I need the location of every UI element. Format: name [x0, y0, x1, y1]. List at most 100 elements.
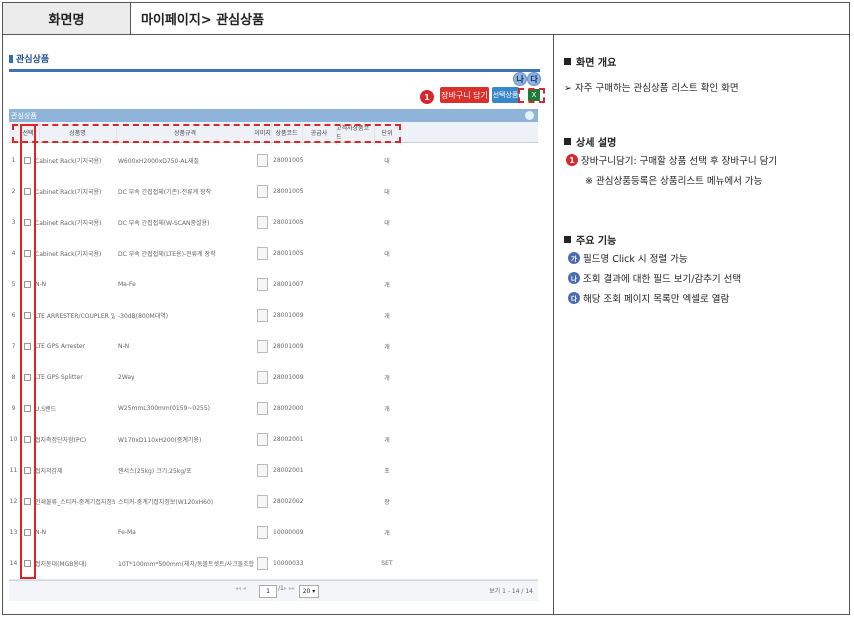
- table-row[interactable]: 13 N-N Fe-Ma 1000000925 개: [9, 517, 538, 549]
- image-thumbnail-icon[interactable]: [257, 402, 268, 415]
- overview-heading: 화면 개요: [564, 54, 616, 69]
- marker-ga-icon: 가: [568, 252, 580, 264]
- table-row[interactable]: 5 N-N Ma-Fe 2800100762 개: [9, 269, 538, 301]
- product-name: LTE GPS Splitter: [35, 374, 83, 381]
- product-name: Cabinet Rack(기지국용): [35, 158, 102, 165]
- page-title: 관심상품: [9, 52, 49, 65]
- product-code: 2800200193: [273, 467, 303, 474]
- prev-page-icon[interactable]: ◂◂ ◂: [235, 585, 246, 592]
- image-thumbnail-icon[interactable]: [257, 340, 268, 353]
- functions-heading: 주요 기능: [564, 232, 616, 247]
- image-thumbnail-icon[interactable]: [257, 309, 268, 322]
- product-code: 2800100582: [273, 157, 303, 164]
- screen-header: 화면명 마이페이지> 관심상품: [2, 2, 850, 35]
- checkbox-column-highlight: [20, 124, 36, 579]
- table-row[interactable]: 3 Cabinet Rack(기지국용) DC 부속 간접접체(W-SCAN중설용)…: [9, 207, 538, 239]
- product-image[interactable]: [254, 176, 271, 207]
- product-image[interactable]: [254, 145, 271, 176]
- image-thumbnail-icon[interactable]: [257, 433, 268, 446]
- product-spec: DC 부속 간접접체(LTE용)-전류계 장착: [118, 251, 216, 258]
- page-size-select[interactable]: 20 ▾: [299, 585, 319, 598]
- product-unit: 개: [384, 344, 390, 351]
- image-thumbnail-icon[interactable]: [257, 464, 268, 477]
- image-thumbnail-icon[interactable]: [257, 495, 268, 508]
- select-columns-button[interactable]: 선택상품: [492, 87, 519, 103]
- image-thumbnail-icon[interactable]: [257, 557, 268, 570]
- grid-caption-text: 관심상품: [11, 111, 37, 120]
- image-thumbnail-icon[interactable]: [257, 185, 268, 198]
- table-row[interactable]: 4 Cabinet Rack(기지국용) DC 부속 간접접체(LTE용)-전류계 …: [9, 238, 538, 270]
- detail-title: 상세 설명: [576, 138, 617, 149]
- image-thumbnail-icon[interactable]: [257, 278, 268, 291]
- product-code: 2800100971: [273, 343, 303, 350]
- product-code: 2800100762: [273, 281, 303, 288]
- product-spec: 스티커-중계기접지정보(W120xH60): [118, 499, 214, 506]
- product-name: 접지저감제: [35, 468, 63, 475]
- table-row[interactable]: 10 접지측정단자함(PC) W170xD110xH200(중계기용) 2800200…: [9, 424, 538, 456]
- product-image[interactable]: [254, 393, 271, 424]
- product-image[interactable]: [254, 238, 271, 269]
- table-row[interactable]: 8 LTE GPS Splitter 2Way 2800100972 개: [9, 362, 538, 394]
- marker-1-icon: 1: [566, 154, 578, 166]
- row-number: 2: [11, 188, 16, 195]
- table-row[interactable]: 12 인쇄물류_스티커-중계기접지정보(W)스티커-중계기접지정보(W120xH6…: [9, 486, 538, 518]
- product-spec: 10T*100mm*500mm(체자/동볼트셋트/사크돌조합): [118, 561, 254, 568]
- table-row[interactable]: 11 접지저감제 젠서스(25kg) 크기:25kg/포 2800200193 포: [9, 455, 538, 487]
- table-row[interactable]: 14 접지동대(MGB용대) 10T*100mm*500mm(체자/동볼트셋트/사크…: [9, 548, 538, 580]
- product-image[interactable]: [254, 548, 271, 579]
- product-code: 1000003384: [273, 560, 303, 567]
- product-unit: 개: [384, 282, 390, 289]
- product-code: 2800100585: [273, 250, 303, 257]
- table-row[interactable]: 9 U.S밴드 W25mmL300mm(0159~0255) 2800200051 개: [9, 393, 538, 425]
- product-unit: 대: [384, 158, 390, 165]
- product-image[interactable]: [254, 207, 271, 238]
- product-image[interactable]: [254, 362, 271, 393]
- function-text: 필드명 Click 시 정렬 가능: [583, 254, 688, 265]
- table-row[interactable]: 7 LTE GPS Arrester N-N 2800100971 개: [9, 331, 538, 363]
- page-title-text: 관심상품: [16, 55, 50, 65]
- product-name: N-N: [35, 529, 47, 536]
- collapse-icon[interactable]: [525, 111, 534, 120]
- row-number: 5: [11, 281, 16, 288]
- product-name: N-N: [35, 281, 47, 288]
- add-to-cart-button[interactable]: 장바구니 담기: [440, 87, 489, 103]
- header-highlight: [12, 124, 401, 143]
- row-number: 6: [11, 312, 16, 319]
- product-unit: 대: [384, 251, 390, 258]
- product-unit: 개: [384, 406, 390, 413]
- product-unit: 개: [384, 375, 390, 382]
- product-spec: DC 부속 간접접체(W-SCAN중설용): [118, 220, 210, 227]
- image-thumbnail-icon[interactable]: [257, 526, 268, 539]
- function-text: 조회 결과에 대한 필드 보기/감추기 선택: [583, 274, 742, 285]
- table-row[interactable]: 2 Cabinet Rack(기지국용) DC 부속 간접접체(기존)-전류계 장착…: [9, 176, 538, 208]
- title-underline: [9, 69, 540, 72]
- product-image[interactable]: [254, 486, 271, 517]
- screen-name-label: 화면명: [3, 3, 131, 34]
- page-input[interactable]: 1: [259, 585, 277, 598]
- product-name: Cabinet Rack(기지국용): [35, 251, 102, 258]
- image-thumbnail-icon[interactable]: [257, 154, 268, 167]
- product-image[interactable]: [254, 300, 271, 331]
- image-thumbnail-icon[interactable]: [257, 371, 268, 384]
- image-thumbnail-icon[interactable]: [257, 247, 268, 260]
- row-number: 4: [11, 250, 16, 257]
- row-number: 14: [9, 560, 18, 567]
- table-row[interactable]: 1 Cabinet Rack(기지국용) W600xH2000xD750-AL재질 2…: [9, 145, 538, 177]
- row-number: 9: [11, 405, 16, 412]
- product-code: 2800200232: [273, 498, 303, 505]
- product-unit: 장: [384, 499, 390, 506]
- product-image[interactable]: [254, 269, 271, 300]
- product-image[interactable]: [254, 331, 271, 362]
- next-page-icon[interactable]: ▸ ▸▸: [284, 585, 295, 592]
- product-spec: W170xD110xH200(중계기용): [118, 437, 202, 444]
- product-image[interactable]: [254, 424, 271, 455]
- product-name: Cabinet Rack(기지국용): [35, 189, 102, 196]
- product-code: 1000000925: [273, 529, 303, 536]
- row-number: 1: [11, 157, 16, 164]
- detail-item: 1 장바구니담기: 구매할 상품 선택 후 장바구니 담기: [566, 153, 777, 167]
- row-number: 3: [11, 219, 16, 226]
- product-image[interactable]: [254, 455, 271, 486]
- table-row[interactable]: 6 LTE ARRESTER/COUPLER 일체형(0M)-30dB(800M대…: [9, 300, 538, 332]
- product-image[interactable]: [254, 517, 271, 548]
- image-thumbnail-icon[interactable]: [257, 216, 268, 229]
